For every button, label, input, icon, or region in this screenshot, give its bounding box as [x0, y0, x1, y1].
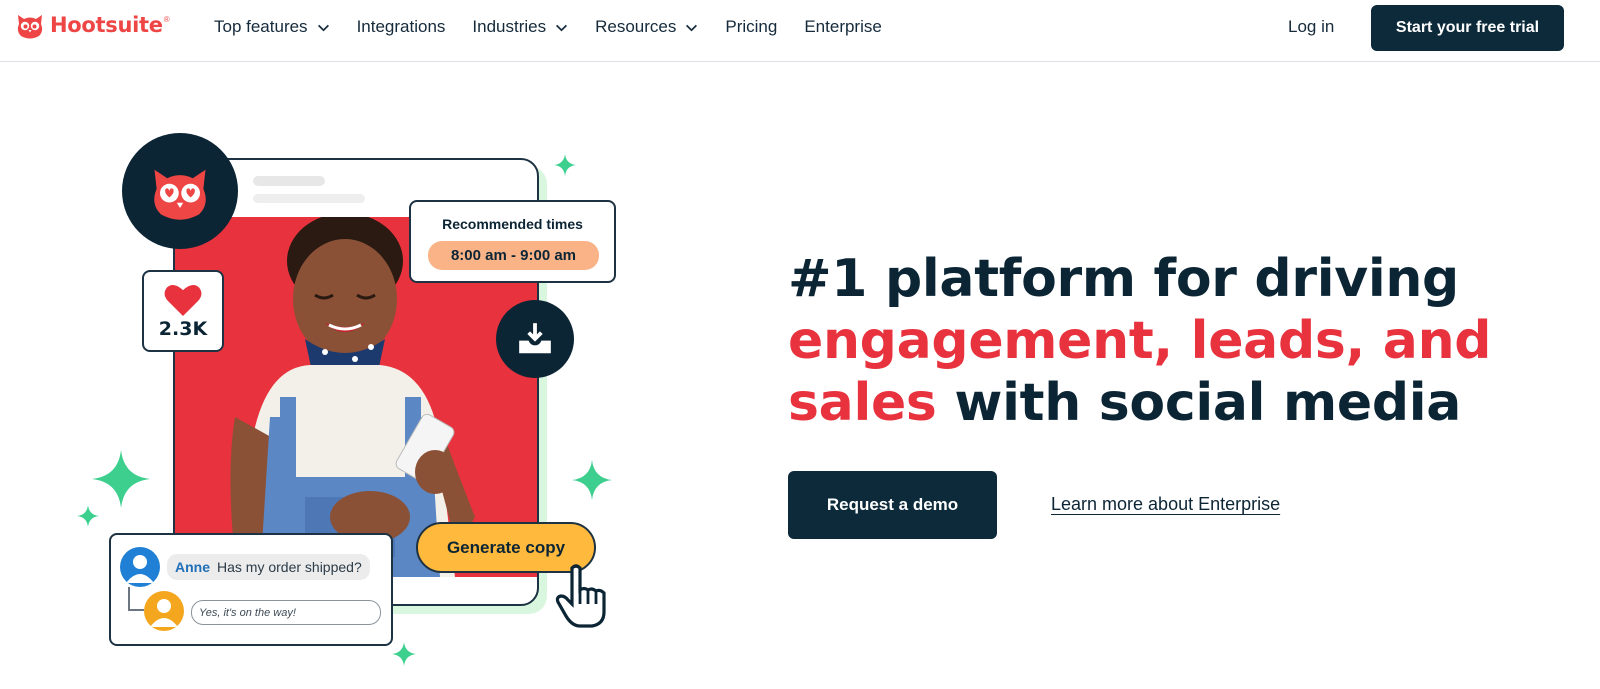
- logo-text: Hootsuite: [50, 13, 163, 37]
- start-free-trial-button[interactable]: Start your free trial: [1371, 5, 1564, 51]
- chat-reply-input: Yes, it's on the way!: [191, 600, 381, 625]
- like-count-card: 2.3K: [142, 270, 224, 352]
- inbox-download-icon: [519, 323, 551, 354]
- sparkle-icon: [392, 642, 416, 666]
- user-icon: [126, 555, 154, 583]
- heart-icon: [164, 284, 202, 316]
- avatar: [120, 547, 160, 587]
- sparkle-icon: [554, 154, 576, 176]
- chat-author: Anne: [175, 559, 210, 575]
- nav-label: Enterprise: [804, 17, 882, 36]
- avatar: [144, 591, 184, 631]
- inbox-badge: [496, 300, 574, 378]
- user-icon: [150, 599, 178, 627]
- chevron-down-icon: [317, 24, 329, 31]
- chevron-down-icon: [556, 24, 568, 31]
- learn-more-enterprise-link[interactable]: Learn more about Enterprise: [1051, 494, 1280, 515]
- trademark: ®: [163, 15, 170, 24]
- login-link[interactable]: Log in: [1288, 17, 1334, 37]
- headline-line1: #1 platform for driving: [788, 249, 1459, 309]
- nav-label: Industries: [472, 17, 547, 36]
- hero-illustration: 2.3K Recommended times 8:00 am - 9:00 am…: [60, 120, 640, 680]
- pointer-cursor-icon: [555, 564, 606, 628]
- nav-pricing[interactable]: Pricing: [725, 17, 777, 37]
- nav-resources[interactable]: Resources: [595, 17, 698, 37]
- nav-integrations[interactable]: Integrations: [357, 17, 446, 37]
- hootsuite-logo[interactable]: Hootsuite ®: [14, 8, 170, 42]
- sparkle-icon: [92, 450, 150, 508]
- nav-label: Integrations: [356, 17, 446, 36]
- main-menu: Top features Integrations Industries Res…: [214, 0, 909, 54]
- chevron-down-icon: [686, 24, 698, 31]
- sparkle-icon: [572, 460, 612, 500]
- nav-label: Resources: [595, 17, 677, 36]
- owl-icon: [17, 15, 43, 39]
- recommended-time-pill: 8:00 am - 9:00 am: [428, 241, 599, 270]
- like-count: 2.3K: [158, 318, 208, 340]
- request-demo-button[interactable]: Request a demo: [788, 471, 997, 539]
- sparkle-icon: [77, 505, 99, 527]
- recommended-times-title: Recommended times: [442, 216, 583, 232]
- recommended-times-card: Recommended times 8:00 am - 9:00 am: [409, 200, 616, 283]
- nav-label: Pricing: [725, 17, 778, 36]
- nav-industries[interactable]: Industries: [472, 17, 568, 37]
- placeholder-bar: [253, 194, 365, 203]
- reply-connector: [128, 587, 144, 611]
- nav-enterprise[interactable]: Enterprise: [804, 17, 881, 37]
- owl-icon: [154, 169, 206, 220]
- hero-headline: #1 platform for driving engagement, lead…: [788, 248, 1548, 434]
- top-nav: Hootsuite ® Top features Integrations In…: [0, 0, 1600, 62]
- nav-label: Top features: [214, 17, 308, 36]
- headline-highlight: sales: [788, 373, 937, 433]
- nav-top-features[interactable]: Top features: [214, 17, 330, 37]
- chat-conversation-card: Anne Has my order shipped? Yes, it's on …: [109, 533, 393, 646]
- chat-message: Anne Has my order shipped?: [167, 554, 370, 580]
- placeholder-bar: [253, 176, 325, 186]
- owl-avatar-badge: [122, 133, 238, 249]
- headline-highlight: engagement, leads, and: [788, 311, 1492, 371]
- chat-message-text: Has my order shipped?: [217, 559, 362, 575]
- headline-line3: with social media: [936, 373, 1462, 433]
